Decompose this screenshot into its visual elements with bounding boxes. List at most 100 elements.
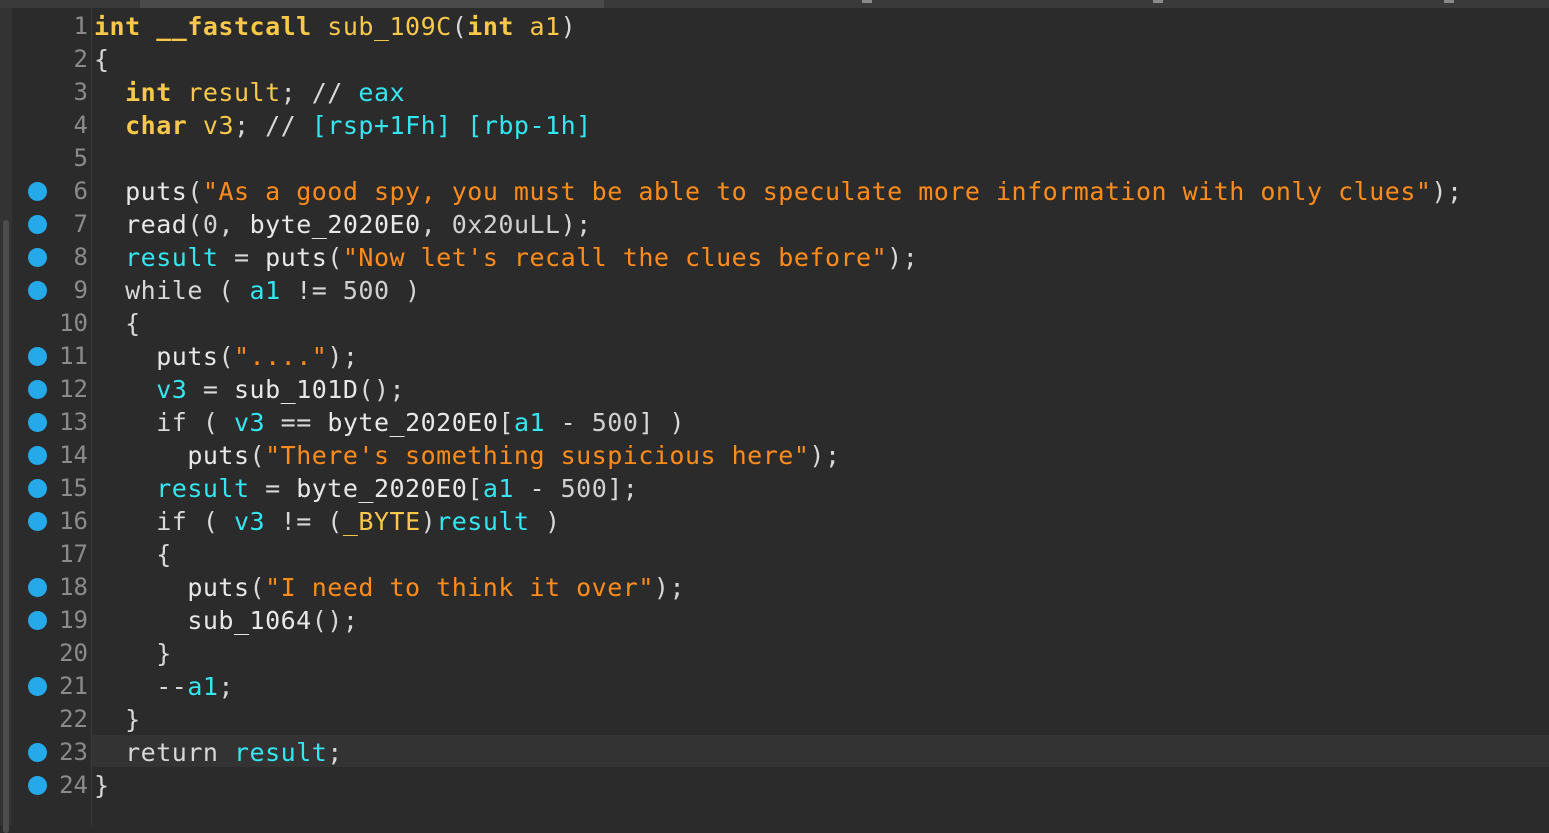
code-token: result [156,474,250,503]
code-text[interactable]: if ( v3 == byte_2020E0[a1 - 500] ) [94,406,685,439]
code-line[interactable]: 23 return result; [0,736,1549,769]
breakpoint-icon[interactable] [28,677,47,696]
breakpoint-icon[interactable] [28,380,47,399]
code-line[interactable]: 15 result = byte_2020E0[a1 - 500]; [0,472,1549,505]
code-line[interactable]: 6 puts("As a good spy, you must be able … [0,175,1549,208]
breakpoint-icon[interactable] [28,512,47,531]
code-text[interactable]: sub_1064(); [94,604,358,637]
code-text[interactable]: char v3; // [rsp+1Fh] [rbp-1h] [94,109,592,142]
code-line[interactable]: 18 puts("I need to think it over"); [0,571,1549,604]
code-token: if [156,507,188,536]
code-line[interactable]: 14 puts("There's something suspicious he… [0,439,1549,472]
code-line[interactable]: 5 [0,142,1549,175]
code-text[interactable]: while ( a1 != 500 ) [94,274,421,307]
code-text[interactable]: } [94,637,172,670]
pseudocode-view[interactable]: 1 int __fastcall sub_109C(int a1) 2{3 int … [0,10,1549,802]
code-token: { [94,540,172,569]
code-text[interactable]: result = byte_2020E0[a1 - 500]; [94,472,638,505]
code-text[interactable]: return result; [94,736,343,769]
code-line[interactable]: 4 char v3; // [rsp+1Fh] [rbp-1h] [0,109,1549,142]
breakpoint-icon[interactable] [28,413,47,432]
tab-separator [862,0,872,3]
line-number: 7 [73,210,88,238]
code-line[interactable]: 22 } [0,703,1549,736]
code-line[interactable]: 16 if ( v3 != (_BYTE)result ) [0,505,1549,538]
line-number: 9 [73,276,88,304]
line-number: 20 [59,639,88,667]
code-line[interactable]: 20 } [0,637,1549,670]
code-line[interactable]: 2{ [0,43,1549,76]
code-line[interactable]: 12 v3 = sub_101D(); [0,373,1549,406]
code-text[interactable]: { [94,307,141,340]
code-token: ( [187,507,234,536]
code-token: byte_2020E0 [296,474,468,503]
code-token: -- [94,672,188,701]
code-text[interactable]: puts("I need to think it over"); [94,571,685,604]
code-text[interactable]: --a1; [94,670,234,703]
code-text[interactable]: if ( v3 != (_BYTE)result ) [94,505,561,538]
code-text[interactable]: int result; // eax [94,76,405,109]
breakpoint-icon[interactable] [28,743,47,762]
code-text[interactable]: puts("...."); [94,340,358,373]
code-text[interactable]: { [94,43,110,76]
code-text[interactable]: } [94,769,110,802]
code-line[interactable]: 10 { [0,307,1549,340]
code-token: if [156,408,188,437]
line-number: 18 [59,573,88,601]
breakpoint-icon[interactable] [28,215,47,234]
code-token: puts [125,177,188,206]
code-text[interactable]: v3 = sub_101D(); [94,373,405,406]
breakpoint-icon[interactable] [28,182,47,201]
code-token: } [94,771,110,800]
code-line[interactable]: 3 int result; // eax [0,76,1549,109]
code-text[interactable]: int __fastcall sub_109C(int a1) [94,10,576,43]
code-token: [ [467,474,483,503]
code-token: return [125,738,219,767]
code-token: _BYTE [342,507,421,536]
code-text[interactable]: puts("There's something suspicious here"… [94,439,841,472]
active-tab-indicator[interactable] [140,0,604,8]
code-token: 500 [560,474,608,503]
code-text[interactable]: { [94,538,172,571]
code-line[interactable]: 1 int __fastcall sub_109C(int a1) [0,10,1549,43]
code-line[interactable]: 17 { [0,538,1549,571]
breakpoint-icon[interactable] [28,248,47,267]
code-token: while [125,276,203,305]
line-number: 10 [59,309,88,337]
breakpoint-icon[interactable] [28,611,47,630]
line-number: 23 [59,738,88,766]
breakpoint-icon[interactable] [28,446,47,465]
code-text[interactable]: result = puts("Now let's recall the clue… [94,241,918,274]
breakpoint-icon[interactable] [28,281,47,300]
line-number: 14 [59,441,88,469]
code-token: 0 [202,210,219,239]
breakpoint-icon[interactable] [28,776,47,795]
breakpoint-icon[interactable] [28,347,47,366]
code-token: eax [358,78,406,107]
code-line[interactable]: 13 if ( v3 == byte_2020E0[a1 - 500] ) [0,406,1549,439]
code-line[interactable]: 24} [0,769,1549,802]
breakpoint-icon[interactable] [28,578,47,597]
breakpoint-icon[interactable] [28,479,47,498]
code-line[interactable]: 9 while ( a1 != 500 ) [0,274,1549,307]
code-token: ( [249,441,266,470]
code-text[interactable]: puts("As a good spy, you must be able to… [94,175,1463,208]
code-line[interactable]: 21 --a1; [0,670,1549,703]
line-number: 12 [59,375,88,403]
code-line[interactable]: 8 result = puts("Now let's recall the cl… [0,241,1549,274]
code-line[interactable]: 19 sub_1064(); [0,604,1549,637]
code-token: int [125,78,172,107]
code-line[interactable]: 7 read(0, byte_2020E0, 0x20uLL); [0,208,1549,241]
code-token: ( [202,276,250,305]
code-token: char [125,111,188,140]
code-text[interactable]: } [94,703,141,736]
code-text[interactable]: read(0, byte_2020E0, 0x20uLL); [94,208,592,241]
code-token: ; [218,672,234,701]
code-line[interactable]: 11 puts("...."); [0,340,1549,373]
code-token: ( [249,573,266,602]
